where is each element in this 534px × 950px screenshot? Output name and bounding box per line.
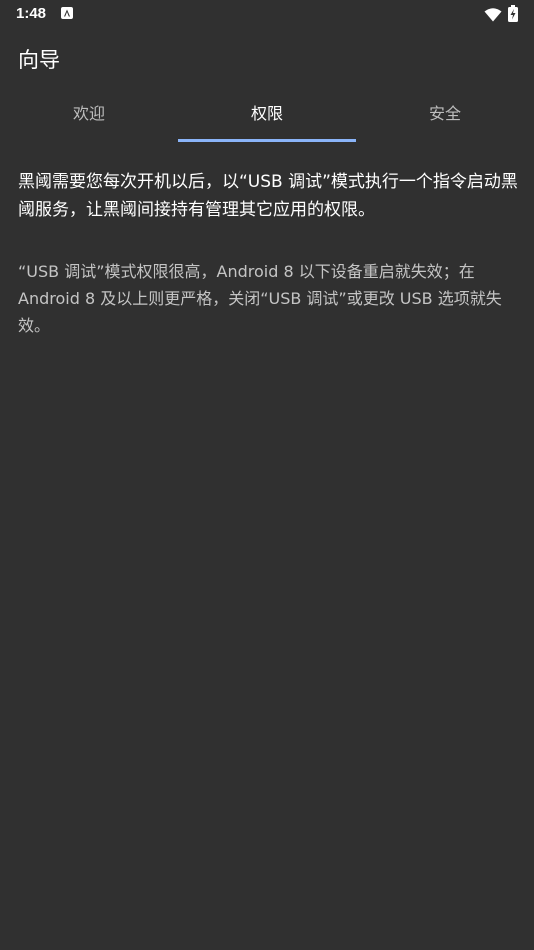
content-area: 黑阈需要您每次开机以后，以“USB 调试”模式执行一个指令启动黑阈服务，让黑阈间… xyxy=(18,168,518,339)
tab-active-indicator xyxy=(178,139,356,142)
tab-welcome[interactable]: 欢迎 xyxy=(0,90,178,142)
wifi-icon xyxy=(484,7,502,26)
tab-permissions[interactable]: 权限 xyxy=(178,90,356,142)
tab-security-label: 安全 xyxy=(428,104,461,123)
usb-debug-note: “USB 调试”模式权限很高，Android 8 以下设备重启就失效；在 And… xyxy=(18,262,502,335)
app-bar: 向导 xyxy=(0,28,534,90)
notification-a-icon xyxy=(61,7,73,19)
battery-charging-icon xyxy=(508,5,518,26)
tab-bar: 欢迎 权限 安全 xyxy=(0,90,534,142)
status-bar: 1:48 xyxy=(0,0,534,28)
status-time: 1:48 xyxy=(16,5,47,22)
permission-description: 黑阈需要您每次开机以后，以“USB 调试”模式执行一个指令启动黑阈服务，让黑阈间… xyxy=(18,172,518,220)
page-title: 向导 xyxy=(18,48,60,72)
tab-security[interactable]: 安全 xyxy=(356,90,534,142)
tab-welcome-label: 欢迎 xyxy=(72,104,105,123)
tab-permissions-label: 权限 xyxy=(250,104,283,123)
